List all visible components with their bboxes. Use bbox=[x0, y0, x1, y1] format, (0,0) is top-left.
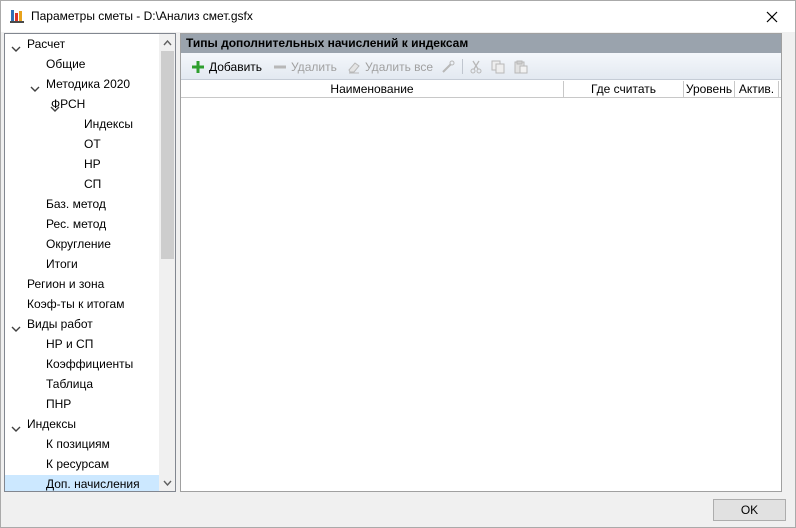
delete-button[interactable]: Удалить bbox=[272, 57, 337, 76]
chevron-up-icon bbox=[163, 39, 172, 45]
close-button[interactable] bbox=[749, 1, 795, 32]
edit-button[interactable] bbox=[440, 57, 459, 76]
tree-item[interactable]: Методика 2020 bbox=[5, 75, 159, 93]
close-icon bbox=[766, 11, 778, 22]
tree-item-label: Регион и зона bbox=[27, 277, 105, 291]
tree-item-label: Виды работ bbox=[27, 317, 93, 331]
tree-item-label: ФРСН bbox=[51, 97, 86, 111]
settings-tree: Расчет Общие Методика 2020 ФРСН Индексы ОТ НР С… bbox=[4, 33, 176, 492]
scroll-up-button[interactable] bbox=[159, 34, 175, 51]
tree-item-label: Итоги bbox=[46, 257, 78, 271]
tree-item[interactable]: НР и СП bbox=[5, 335, 159, 353]
tree-item[interactable]: Коэф-ты к итогам bbox=[5, 295, 159, 313]
grid-body[interactable] bbox=[181, 99, 781, 491]
ok-button[interactable]: OK bbox=[713, 499, 786, 521]
tree-item[interactable]: Коэффициенты bbox=[5, 355, 159, 373]
copy-button[interactable] bbox=[490, 57, 509, 76]
copy-icon bbox=[490, 59, 506, 75]
tree-item[interactable]: Индексы bbox=[5, 415, 159, 433]
delete-label: Удалить bbox=[291, 59, 337, 74]
tree-item[interactable]: Расчет bbox=[5, 35, 159, 53]
tree-item[interactable]: Таблица bbox=[5, 375, 159, 393]
scroll-thumb[interactable] bbox=[161, 51, 174, 259]
tree-item[interactable]: Округление bbox=[5, 235, 159, 253]
toolbar-separator bbox=[462, 59, 463, 74]
delete-all-button[interactable]: Удалить все bbox=[346, 57, 433, 76]
chevron-down-icon[interactable] bbox=[30, 80, 40, 92]
column-level[interactable]: Уровень bbox=[684, 81, 735, 98]
tree-item-label: Округление bbox=[46, 237, 111, 251]
app-icon bbox=[10, 9, 24, 23]
chevron-down-icon[interactable] bbox=[11, 40, 21, 52]
tree-item-label: Коэффициенты bbox=[46, 357, 134, 371]
add-label: Добавить bbox=[209, 59, 263, 74]
scroll-down-button[interactable] bbox=[159, 474, 175, 491]
tree-item-label: Рес. метод bbox=[46, 217, 107, 231]
tree-item-label: К ресурсам bbox=[46, 457, 110, 471]
minus-icon bbox=[272, 59, 288, 75]
tree-item[interactable]: Рес. метод bbox=[5, 215, 159, 233]
tree-item-label: К позициям bbox=[46, 437, 110, 451]
tree-item[interactable]: ФРСН bbox=[5, 95, 159, 113]
add-button[interactable]: Добавить bbox=[190, 57, 262, 76]
title-bar: Параметры сметы - D:\Анализ смет.gsfx bbox=[1, 1, 795, 32]
tree-list: Расчет Общие Методика 2020 ФРСН Индексы ОТ НР С… bbox=[5, 34, 159, 491]
tree-item-label: СП bbox=[84, 177, 102, 191]
tree-scrollbar[interactable] bbox=[159, 34, 175, 491]
eraser-icon bbox=[346, 59, 362, 75]
wand-icon bbox=[440, 59, 456, 75]
additional-charges-panel: Типы дополнительных начислений к индекса… bbox=[180, 33, 782, 492]
tree-item-label: ПНР bbox=[46, 397, 72, 411]
tree-item-label: Таблица bbox=[46, 377, 94, 391]
tree-item-label: Доп. начисления bbox=[46, 477, 140, 491]
scissors-icon bbox=[468, 59, 484, 75]
tree-item[interactable]: НР bbox=[5, 155, 159, 173]
plus-icon bbox=[190, 59, 206, 75]
tree-item-label: НР bbox=[84, 157, 101, 171]
tree-item-label: ОТ bbox=[84, 137, 101, 151]
tree-item-label: НР и СП bbox=[46, 337, 94, 351]
tree-item-label: Коэф-ты к итогам bbox=[27, 297, 125, 311]
tree-item[interactable]: СП bbox=[5, 175, 159, 193]
column-active[interactable]: Актив. bbox=[735, 81, 779, 98]
paste-button[interactable] bbox=[513, 57, 532, 76]
window-title: Параметры сметы - D:\Анализ смет.gsfx bbox=[31, 9, 253, 23]
column-where-calc[interactable]: Где считать bbox=[564, 81, 684, 98]
toolbar: Добавить Удалить Удалить все bbox=[181, 53, 781, 80]
tree-item-label: Расчет bbox=[27, 37, 66, 51]
tree-item-label: Индексы bbox=[84, 117, 133, 131]
tree-item[interactable]: Итоги bbox=[5, 255, 159, 273]
tree-item[interactable]: К позициям bbox=[5, 435, 159, 453]
chevron-down-icon bbox=[163, 480, 172, 486]
tree-item[interactable]: ПНР bbox=[5, 395, 159, 413]
tree-item[interactable]: Виды работ bbox=[5, 315, 159, 333]
chevron-down-icon[interactable] bbox=[11, 420, 21, 432]
tree-item-label: Баз. метод bbox=[46, 197, 106, 211]
tree-item[interactable]: К ресурсам bbox=[5, 455, 159, 473]
tree-item-label: Методика 2020 bbox=[46, 77, 131, 91]
tree-item[interactable]: ОТ bbox=[5, 135, 159, 153]
delete-all-label: Удалить все bbox=[365, 59, 434, 74]
tree-item[interactable]: Индексы bbox=[5, 115, 159, 133]
cut-button[interactable] bbox=[468, 57, 487, 76]
grid-header: Наименование Где считать Уровень Актив. bbox=[181, 81, 781, 98]
tree-item[interactable]: Баз. метод bbox=[5, 195, 159, 213]
panel-header: Типы дополнительных начислений к индекса… bbox=[181, 34, 781, 53]
tree-item-label: Индексы bbox=[27, 417, 76, 431]
dialog-window: Параметры сметы - D:\Анализ смет.gsfx Ра… bbox=[0, 0, 796, 528]
tree-item-label: Общие bbox=[46, 57, 86, 71]
paste-icon bbox=[513, 59, 529, 75]
column-name[interactable]: Наименование bbox=[181, 81, 564, 98]
tree-item[interactable]: Регион и зона bbox=[5, 275, 159, 293]
chevron-down-icon[interactable] bbox=[11, 320, 21, 332]
tree-item[interactable]: Общие bbox=[5, 55, 159, 73]
tree-item[interactable]: Доп. начисления bbox=[5, 475, 159, 491]
